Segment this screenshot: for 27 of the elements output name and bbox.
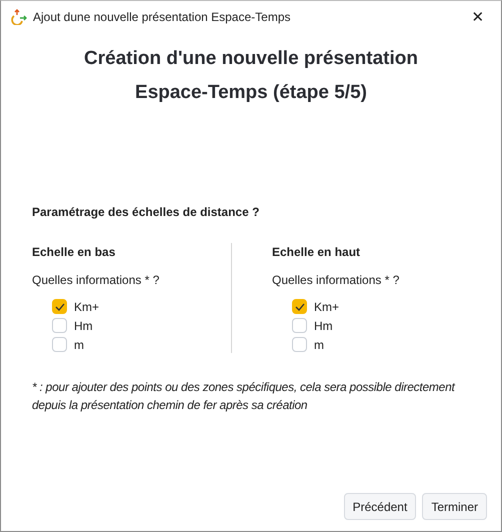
section-label: Paramétrage des échelles de distance ? [32,205,260,219]
checkbox-label: Hm [314,318,333,332]
checkbox[interactable] [292,337,307,352]
checkbox[interactable] [52,299,67,314]
check-icon [54,302,64,310]
checkbox-label: m [74,338,84,352]
check-icon [294,302,304,310]
checkbox-label: Hm [74,318,93,332]
dialog-heading: Création d'une nouvelle présentation [84,47,418,71]
column-title: Echelle en bas [32,245,116,259]
close-button[interactable]: ✕ [455,1,501,32]
app-icon [11,8,27,24]
question-label: Quelles informations * ? [272,273,400,287]
column-title: Echelle en haut [272,245,360,259]
checkbox[interactable] [52,318,67,333]
question-label: Quelles informations * ? [32,273,160,287]
checkbox[interactable] [292,318,307,333]
checkbox-label: Km+ [74,300,100,314]
checkbox[interactable] [292,299,307,314]
checkbox-label: Km+ [314,300,340,314]
dialog-button[interactable]: Terminer [422,493,487,520]
checkbox-label: m [314,338,324,352]
dialog-heading: Espace-Temps (étape 5/5) [135,81,367,105]
dialog-button[interactable]: Précédent [344,493,416,520]
window-title: Ajout dune nouvelle présentation Espace-Temps [33,10,292,24]
footnote: * : pour ajouter des points ou des zones spécifiques, cela sera possible directement depuis la présentation chemin de fer après sa création [32,379,456,414]
checkbox[interactable] [52,337,67,352]
